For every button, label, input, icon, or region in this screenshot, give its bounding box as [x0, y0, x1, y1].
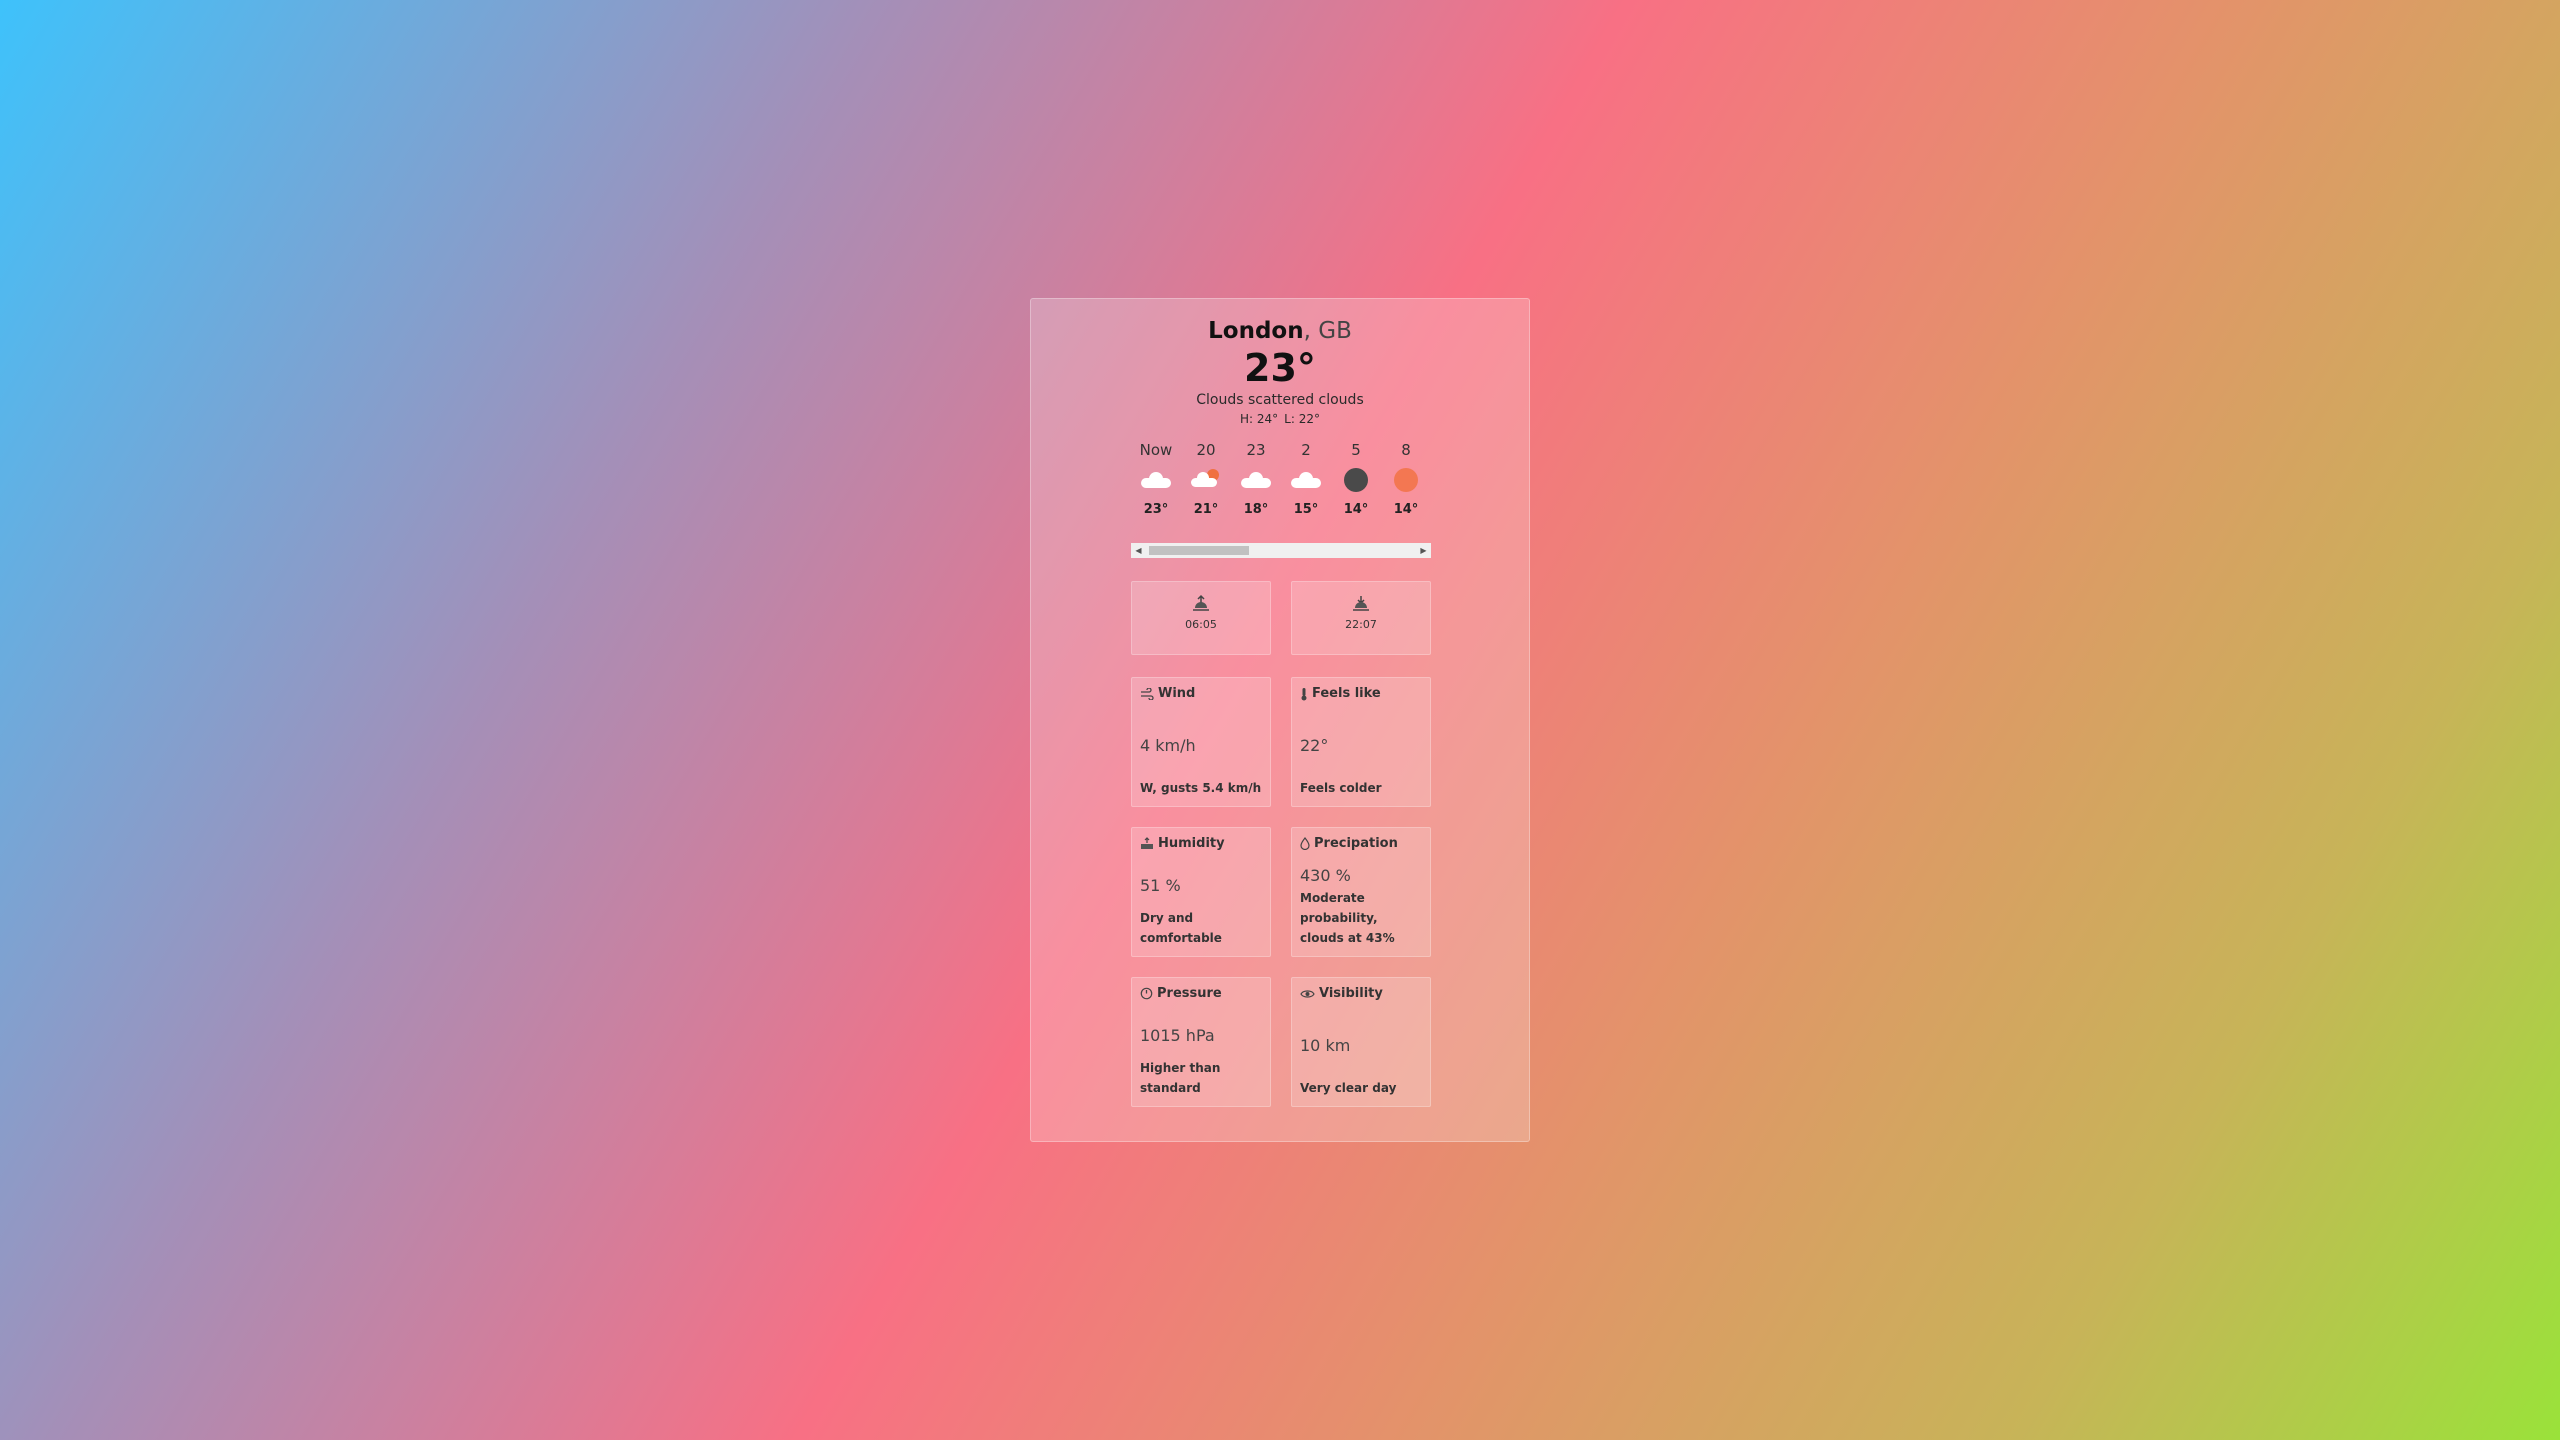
sunrise-time: 06:05 [1185, 618, 1217, 631]
droplet-icon [1300, 837, 1310, 850]
precipitation-note: Moderate probability, clouds at 43% [1300, 891, 1395, 945]
hour-time: 5 [1351, 441, 1361, 459]
humidity-value: 51 % [1140, 876, 1181, 895]
wind-note: W, gusts 5.4 km/h [1140, 781, 1262, 795]
sunrise-icon [1132, 594, 1270, 614]
hour-temp: 15° [1293, 502, 1319, 517]
hour-time: 8 [1401, 441, 1411, 459]
sunset-time: 22:07 [1345, 618, 1377, 631]
high-temp: H: 24° [1240, 412, 1279, 426]
city-name: London [1208, 318, 1304, 344]
weather-card: London, GB 23° Clouds scattered clouds H… [1030, 298, 1530, 1142]
gauge-icon [1140, 987, 1153, 1000]
hourly-item: 5 14° [1331, 439, 1381, 521]
country-code: , GB [1303, 318, 1352, 344]
humidity-title: Humidity [1158, 836, 1225, 851]
visibility-title: Visibility [1319, 986, 1383, 1001]
hour-temp: 18° [1243, 502, 1269, 517]
scrollbar-thumb[interactable] [1149, 546, 1249, 555]
humidity-icon [1140, 837, 1154, 850]
humidity-tile: Humidity 51 % Dry and comfortable [1131, 827, 1271, 957]
hourly-item: 2 15° [1281, 439, 1331, 521]
moon-icon [1344, 468, 1368, 492]
hourly-item: 20 21° [1181, 439, 1231, 521]
high-low: H: 24° L: 22° [1031, 411, 1529, 427]
hour-time: 2 [1301, 441, 1311, 459]
sun-behind-cloud-icon [1191, 469, 1221, 491]
scroll-left-arrow-icon[interactable]: ◀ [1131, 543, 1146, 558]
hourly-item: Now 23° [1131, 439, 1181, 521]
sunset-tile: 22:07 [1291, 581, 1431, 655]
weather-description: Clouds scattered clouds [1196, 392, 1364, 408]
feels-like-value: 22° [1300, 736, 1329, 755]
hourly-forecast[interactable]: Now 23° 20 21° 23 18° 2 15° 5 14° 8 14° [1131, 439, 1431, 521]
sun-icon [1394, 468, 1418, 492]
cloud-icon [1291, 472, 1321, 488]
humidity-note: Dry and comfortable [1140, 911, 1222, 945]
hour-time: 20 [1196, 441, 1216, 459]
wind-icon [1140, 687, 1154, 700]
low-temp: L: 22° [1284, 412, 1320, 426]
cloud-icon [1141, 472, 1171, 488]
wind-value: 4 km/h [1140, 736, 1196, 755]
precipitation-title: Precipation [1314, 836, 1398, 851]
location: London, GB [1031, 317, 1529, 345]
hour-time: 23 [1246, 441, 1266, 459]
pressure-note: Higher than standard [1140, 1061, 1221, 1095]
hourly-item: 8 14° [1381, 439, 1431, 521]
wind-tile: Wind 4 km/h W, gusts 5.4 km/h [1131, 677, 1271, 807]
pressure-title: Pressure [1157, 986, 1222, 1001]
feels-like-tile: Feels like 22° Feels colder [1291, 677, 1431, 807]
feels-like-note: Feels colder [1300, 781, 1382, 795]
sunset-icon [1292, 594, 1430, 614]
thermometer-icon [1300, 687, 1308, 701]
hour-temp: 14° [1343, 502, 1369, 517]
pressure-tile: Pressure 1015 hPa Higher than standard [1131, 977, 1271, 1107]
hour-time: Now [1139, 441, 1173, 459]
current-temperature: 23° [1244, 346, 1316, 390]
cloud-icon [1241, 472, 1271, 488]
precipitation-tile: Precipation 430 % Moderate probability, … [1291, 827, 1431, 957]
sunrise-tile: 06:05 [1131, 581, 1271, 655]
visibility-tile: Visibility 10 km Very clear day [1291, 977, 1431, 1107]
pressure-value: 1015 hPa [1140, 1026, 1215, 1045]
hour-temp: 14° [1393, 502, 1419, 517]
eye-icon [1300, 989, 1315, 999]
hourly-item: 23 18° [1231, 439, 1281, 521]
scroll-right-arrow-icon[interactable]: ▶ [1416, 543, 1431, 558]
hour-temp: 21° [1193, 502, 1219, 517]
precipitation-value: 430 % [1300, 866, 1351, 885]
feels-like-title: Feels like [1312, 686, 1381, 701]
wind-title: Wind [1158, 686, 1196, 701]
hourly-scrollbar[interactable]: ◀ ▶ [1131, 543, 1431, 558]
visibility-value: 10 km [1300, 1036, 1351, 1055]
weather-header: London, GB 23° Clouds scattered clouds H… [1031, 317, 1529, 427]
hour-temp: 23° [1143, 502, 1169, 517]
visibility-note: Very clear day [1300, 1081, 1397, 1095]
